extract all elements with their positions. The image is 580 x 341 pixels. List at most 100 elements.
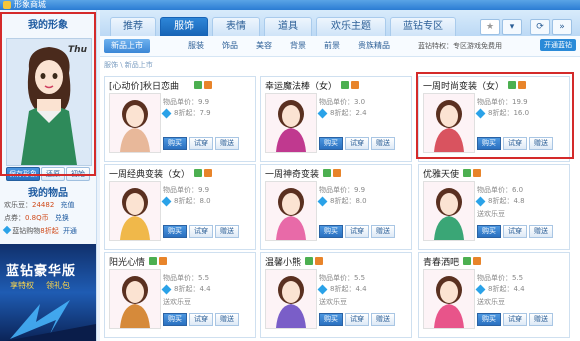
subtab-noble[interactable]: 贵族精品	[358, 40, 390, 51]
item-thumbnail[interactable]	[265, 93, 317, 153]
price-value: 3.0	[354, 98, 366, 106]
item-name[interactable]: 温馨小熊	[265, 255, 301, 268]
item-thumbnail[interactable]	[109, 93, 161, 153]
tab-expression[interactable]: 表情	[212, 17, 260, 36]
buy-button[interactable]: 购买	[163, 225, 187, 238]
highlight-item-card	[416, 72, 574, 159]
item-thumbnail[interactable]	[423, 269, 475, 329]
item-price: 物品单价：9.9	[163, 97, 209, 107]
subtab-accessories[interactable]: 饰品	[222, 40, 238, 51]
star-icon[interactable]: ★	[480, 19, 500, 35]
gift-button[interactable]: 赠送	[529, 225, 553, 238]
try-on-button[interactable]: 试穿	[345, 313, 369, 326]
item-card: 幸运魔法棒（女） 物品单价：3.0 8折起：2.4 购买 试穿 赠送	[260, 76, 412, 162]
item-card: 一周经典变装（女） 物品单价：9.9 8折起：8.0 购买 试穿 赠送	[104, 164, 256, 250]
item-name[interactable]: [心动价]秋日恋曲	[109, 79, 179, 92]
refresh-icon[interactable]: ⟳	[530, 19, 550, 35]
discount-price: 8折起：8.0	[174, 197, 211, 205]
try-on-button[interactable]: 试穿	[189, 137, 213, 150]
diamond-icon	[475, 196, 486, 207]
stat-label: 点券：	[4, 214, 25, 222]
forward-icon[interactable]: »	[552, 19, 572, 35]
gift-button[interactable]: 赠送	[215, 313, 239, 326]
subtab-foreground[interactable]: 前景	[324, 40, 340, 51]
gift-button[interactable]: 赠送	[371, 313, 395, 326]
price-value: 9.9	[354, 186, 366, 194]
gift-button[interactable]: 赠送	[371, 137, 395, 150]
try-on-button[interactable]: 试穿	[345, 137, 369, 150]
item-thumbnail[interactable]	[265, 269, 317, 329]
price-value: 9.9	[198, 186, 210, 194]
ad-lightning-graphic	[5, 300, 96, 341]
recharge-link[interactable]: 充值	[61, 201, 75, 209]
item-price: 物品单价：5.5	[163, 273, 209, 283]
buy-button[interactable]: 购买	[319, 137, 343, 150]
new-badge-icon	[323, 169, 331, 177]
subtab-new-arrivals[interactable]: 新品上市	[104, 39, 150, 53]
diamond-icon	[2, 225, 12, 235]
blue-diamond-ad-banner[interactable]: 蓝钻豪华版 享特权 领礼包	[0, 244, 96, 341]
open-link[interactable]: 开通	[63, 227, 77, 235]
main-tabs: 推荐 服饰 表情 道具 欢乐主题 蓝钻专区 ★ ▾ ⟳ »	[100, 10, 580, 36]
ad-title: 蓝钻豪华版	[6, 264, 77, 279]
new-badge-icon	[194, 169, 202, 177]
gift-button[interactable]: 赠送	[215, 137, 239, 150]
new-badge-icon	[463, 169, 471, 177]
tab-blue-diamond[interactable]: 蓝钻专区	[390, 17, 456, 36]
item-thumbnail[interactable]	[423, 181, 475, 241]
item-card: [心动价]秋日恋曲物品单价：9.9 8折起：7.9 购买 试穿 赠送	[104, 76, 256, 162]
open-blue-diamond-button[interactable]: 开通蓝钻	[540, 39, 576, 51]
tab-recommend[interactable]: 推荐	[110, 17, 156, 36]
price-label: 物品单价：	[319, 98, 354, 106]
gift-beans-note: 送欢乐豆	[319, 298, 347, 306]
tab-clothing[interactable]: 服饰	[160, 17, 208, 36]
title-bar: 形象商城	[0, 0, 580, 10]
item-name[interactable]: 青春洒吧	[423, 255, 459, 268]
buy-button[interactable]: 购买	[477, 225, 501, 238]
buy-button[interactable]: 购买	[163, 137, 187, 150]
gift-button[interactable]: 赠送	[215, 225, 239, 238]
price-value: 5.5	[512, 274, 524, 282]
buy-button[interactable]: 购买	[319, 313, 343, 326]
item-name[interactable]: 一周神奇变装	[265, 167, 319, 180]
tab-props[interactable]: 道具	[264, 17, 312, 36]
item-name[interactable]: 优雅天使	[423, 167, 459, 180]
try-on-button[interactable]: 试穿	[345, 225, 369, 238]
gift-button[interactable]: 赠送	[371, 225, 395, 238]
item-name[interactable]: 幸运魔法棒（女）	[265, 79, 337, 92]
try-on-button[interactable]: 试穿	[189, 225, 213, 238]
try-on-button[interactable]: 试穿	[503, 313, 527, 326]
discount-price: 8折起：4.8	[488, 197, 525, 205]
gift-button[interactable]: 赠送	[529, 313, 553, 326]
stat-label: 蓝钻购物	[12, 227, 41, 235]
buy-button[interactable]: 购买	[477, 313, 501, 326]
item-thumbnail[interactable]	[109, 181, 161, 241]
subtab-background[interactable]: 背景	[290, 40, 306, 51]
subtab-clothes[interactable]: 服装	[188, 40, 204, 51]
tab-happy-theme[interactable]: 欢乐主题	[316, 17, 386, 36]
try-on-button[interactable]: 试穿	[503, 225, 527, 238]
item-card: 优雅天使 物品单价：6.0 8折起：4.8 送欢乐豆 购买 试穿 赠送	[418, 164, 570, 250]
ad-line2: 领礼包	[46, 281, 70, 290]
hot-badge-icon	[159, 257, 167, 265]
try-on-button[interactable]: 试穿	[189, 313, 213, 326]
menu-icon[interactable]: ▾	[502, 19, 522, 35]
item-name[interactable]: 一周经典变装（女）	[109, 167, 190, 180]
hot-badge-icon	[204, 169, 212, 177]
buy-button[interactable]: 购买	[163, 313, 187, 326]
subtab-beauty[interactable]: 美容	[256, 40, 272, 51]
item-price: 物品单价：3.0	[319, 97, 365, 107]
item-figure	[266, 94, 316, 152]
item-figure	[424, 270, 474, 328]
hot-badge-icon	[351, 81, 359, 89]
buy-button[interactable]: 购买	[319, 225, 343, 238]
exchange-link[interactable]: 兑换	[55, 214, 69, 222]
new-badge-icon	[463, 257, 471, 265]
item-name[interactable]: 阳光心情	[109, 255, 145, 268]
discount-price: 8折起：7.9	[174, 109, 211, 117]
item-thumbnail[interactable]	[265, 181, 317, 241]
discount-price: 8折起：8.0	[330, 197, 367, 205]
diamond-icon	[317, 196, 328, 207]
item-thumbnail[interactable]	[109, 269, 161, 329]
item-card: 阳光心情 物品单价：5.5 8折起：4.4 送欢乐豆 购买 试穿 赠送	[104, 252, 256, 338]
